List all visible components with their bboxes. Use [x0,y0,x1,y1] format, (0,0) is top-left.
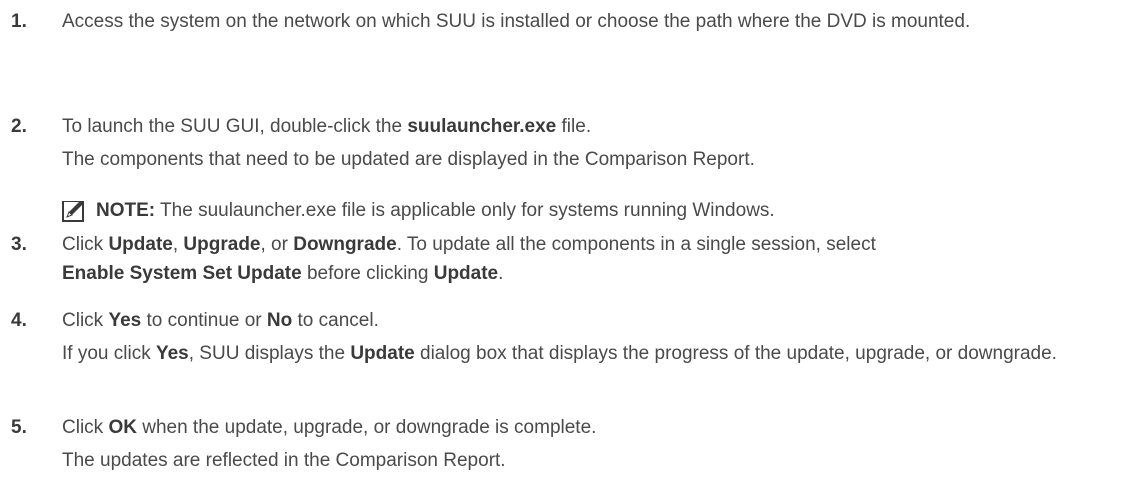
step-result: The updates are reflected in the Compari… [62,450,506,471]
step-result: If you click Yes, SUU displays the Updat… [62,339,1115,368]
step-4: 4. Click Yes to continue or No to cancel… [0,306,1131,368]
step-text: Click Update, Upgrade, or Downgrade. To … [62,230,1115,288]
text: to cancel. [292,310,379,331]
filename: suulauncher.exe [407,116,557,137]
text: before clicking [301,263,434,284]
text: to continue or [141,310,267,331]
yes-ref: Yes [155,343,189,364]
note: NOTE: The suulauncher.exe file is applic… [62,196,1115,225]
text: file. [556,116,592,137]
step-2: 2. To launch the SUU GUI, double-click t… [0,112,1131,225]
step-3: 3. Click Update, Upgrade, or Downgrade. … [0,230,1131,288]
text: Click [62,234,109,255]
downgrade-ref: Downgrade [293,234,397,255]
step-number: 3. [11,234,27,255]
step-result: The components that need to be updated a… [62,149,755,170]
text: . [498,263,504,284]
text: To launch the SUU GUI, double-click the [62,116,408,137]
update-ref: Update [433,263,499,284]
text: If you click [62,343,156,364]
step-number: 4. [11,310,27,331]
text: , or [260,234,294,255]
text: Click [62,417,109,438]
text: . To update all the components in a sing… [396,234,876,255]
yes-ref: Yes [108,310,142,331]
update-ref: Update [350,343,415,364]
text: when the update, upgrade, or downgrade i… [136,417,597,438]
note-label: NOTE: [96,200,156,221]
update-ref: Update [108,234,173,255]
no-ref: No [266,310,293,331]
step-text: Click OK when the update, upgrade, or do… [62,413,1115,442]
upgrade-ref: Upgrade [183,234,261,255]
text: , [172,234,184,255]
step-1: 1. Access the system on the network on w… [0,7,1131,36]
step-text: Access the system on the network on whic… [62,11,971,32]
note-text: The suulauncher.exe file is applicable o… [155,200,775,221]
step-text: Click Yes to continue or No to cancel. [62,306,1115,335]
pencil-note-icon [62,198,86,222]
ok-ref: OK [108,417,137,438]
text: , SUU displays the [188,343,351,364]
enable-system-set-update-ref: Enable System Set Update [62,263,302,284]
text: dialog box that displays the progress of… [414,343,1057,364]
text: Click [62,310,109,331]
step-text: To launch the SUU GUI, double-click the … [62,112,1115,141]
step-number: 2. [11,116,27,137]
step-5: 5. Click OK when the update, upgrade, or… [0,413,1131,475]
step-number: 1. [11,11,27,32]
step-number: 5. [11,417,27,438]
